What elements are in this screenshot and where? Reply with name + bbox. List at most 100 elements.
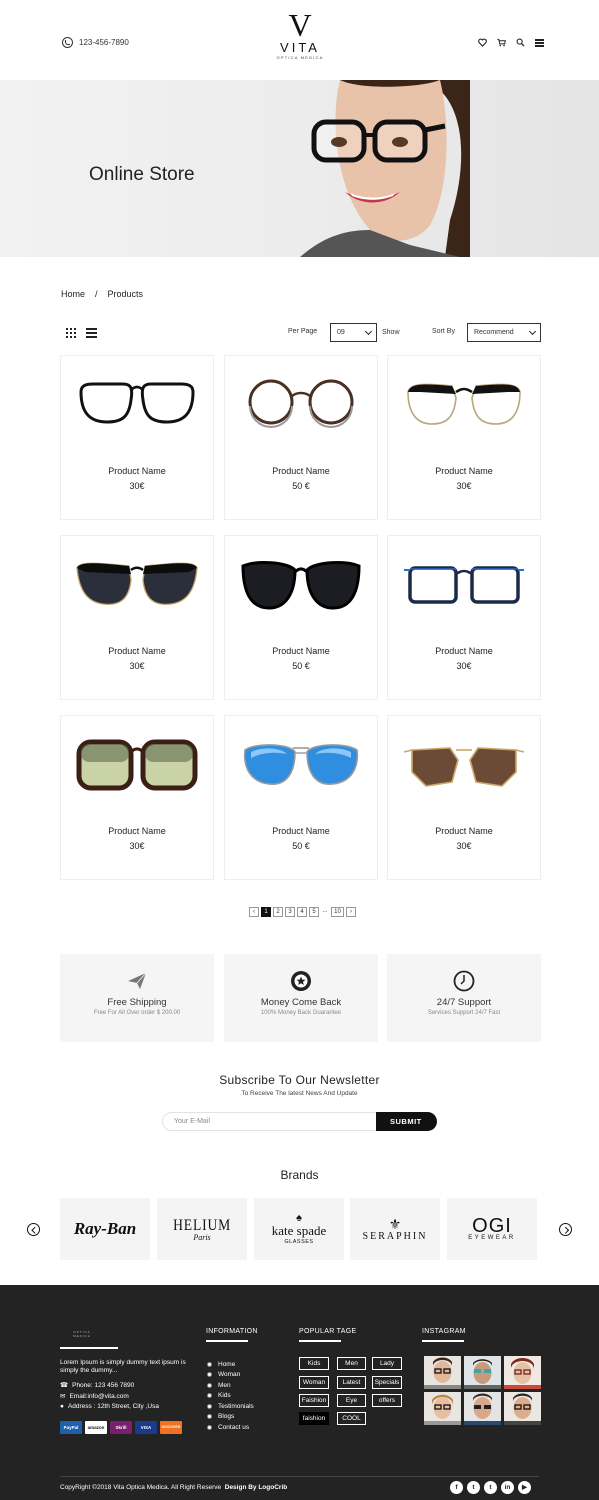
footer-logo[interactable]: V VITA OPTICA MEDICA [64, 1302, 100, 1338]
footer-about-text: Lorem Ipsum is simply dummy text ipsum i… [60, 1359, 186, 1374]
product-card[interactable]: Product Name 50 € [224, 535, 378, 700]
instagram-photo[interactable] [504, 1356, 541, 1389]
footer-link[interactable]: Men [207, 1380, 254, 1391]
product-price: 30€ [129, 661, 145, 671]
pagination-next-button[interactable]: › [346, 907, 356, 917]
round-brown-eyeglasses-image [248, 379, 354, 428]
cart-icon[interactable] [497, 38, 506, 47]
footer-link-label: Home [218, 1360, 236, 1368]
sort-select[interactable]: Recommend [467, 323, 541, 342]
brand-logo-helium[interactable]: HELIUM Paris [157, 1198, 247, 1260]
product-card[interactable]: Product Name 30€ [60, 355, 214, 520]
fleur-de-lis-icon: ⚜ [388, 1215, 402, 1232]
tag-chip[interactable]: Kids [299, 1357, 329, 1370]
footer-phone: ☎ Phone: 123 456 7890 [60, 1381, 134, 1390]
instagram-photo[interactable] [504, 1392, 541, 1425]
product-card[interactable]: Product Name 50 € [224, 355, 378, 520]
footer-instagram-heading: INSTAGRAM [422, 1328, 466, 1335]
product-card[interactable]: Product Name 30€ [387, 715, 541, 880]
instagram-photo[interactable] [424, 1392, 461, 1425]
instagram-photo[interactable] [424, 1356, 461, 1389]
blue-aviator-sunglasses-image [243, 744, 359, 785]
phone-icon [62, 37, 73, 48]
product-card[interactable]: Product Name 30€ [387, 535, 541, 700]
product-card[interactable]: Product Name 50 € [224, 715, 378, 880]
logo-subtitle: OPTICA MEDICA [276, 55, 324, 60]
feature-free-shipping: Free Shipping Free For All Over order $ … [60, 954, 214, 1042]
product-name: Product Name [435, 826, 493, 836]
newsletter-email-input[interactable]: Your E-Mail [162, 1112, 378, 1131]
brand-logo-seraphin[interactable]: ⚜ SERAPHIN [350, 1198, 440, 1260]
footer-information-links: Home Woman Men Kids Testimonials Blogs C… [207, 1359, 254, 1433]
cat-eye-sunglasses-image [241, 561, 361, 610]
tag-chip[interactable]: COOL [337, 1412, 366, 1425]
newsletter-title: Subscribe To Our Newsletter [219, 1073, 380, 1087]
brand-logo-kate-spade[interactable]: ♠ kate spade GLASSES [254, 1198, 344, 1260]
footer-link[interactable]: Contact us [207, 1422, 254, 1433]
footer-link[interactable]: Home [207, 1359, 254, 1370]
pagination-prev-button[interactable]: ‹ [249, 907, 259, 917]
product-name: Product Name [108, 646, 166, 656]
brands-next-icon[interactable] [559, 1223, 572, 1236]
brand-name: OGI [472, 1215, 512, 1237]
pagination-page[interactable]: 4 [297, 907, 307, 917]
per-page-select[interactable]: 09 [330, 323, 377, 342]
footer-link[interactable]: Blogs [207, 1412, 254, 1423]
footer-link[interactable]: Kids [207, 1391, 254, 1402]
menu-icon[interactable] [535, 38, 544, 47]
heart-icon[interactable] [478, 38, 487, 47]
pagination-page[interactable]: 5 [309, 907, 319, 917]
grid-view-icon[interactable] [66, 328, 76, 338]
tag-chip[interactable]: offers [372, 1394, 402, 1407]
list-view-icon[interactable] [86, 328, 97, 338]
tag-chip[interactable]: Men [337, 1357, 366, 1370]
footer-link[interactable]: Testimonials [207, 1401, 254, 1412]
facebook-icon[interactable]: f [450, 1481, 463, 1494]
show-label: Show [382, 329, 400, 336]
footer-link-label: Men [218, 1381, 231, 1389]
site-logo[interactable]: V VITA OPTICA MEDICA [250, 9, 350, 60]
footer-email[interactable]: ✉ Email:info@vita.com [60, 1392, 129, 1401]
youtube-icon[interactable]: ▶ [518, 1481, 531, 1494]
pagination-page[interactable]: 2 [273, 907, 283, 917]
search-icon[interactable] [516, 38, 525, 47]
instagram-photo[interactable] [464, 1356, 501, 1389]
pagination-page[interactable]: 3 [285, 907, 295, 917]
tag-chip[interactable]: Specials [372, 1376, 402, 1389]
product-price: 50 € [292, 481, 310, 491]
newsletter-submit-button[interactable]: SUBMIT [376, 1112, 437, 1131]
site-header: 123-456-7890 V VITA OPTICA MEDICA [0, 0, 599, 80]
tag-chip[interactable]: Latest [337, 1376, 366, 1389]
brand-logo-rayban[interactable]: Ray-Ban [60, 1198, 150, 1260]
twitter-icon[interactable]: t [467, 1481, 480, 1494]
tag-chip[interactable]: Woman [299, 1376, 329, 1389]
product-card[interactable]: Product Name 30€ [60, 535, 214, 700]
brand-logo-ogi[interactable]: OGI EYEWEAR [447, 1198, 537, 1260]
instagram-photo[interactable] [464, 1392, 501, 1425]
hexagonal-brown-sunglasses-image [403, 747, 525, 787]
tag-chip[interactable]: Eye [337, 1394, 366, 1407]
tag-chip[interactable]: Lady [372, 1357, 402, 1370]
chevron-down-icon [364, 327, 373, 336]
bullet-icon [207, 1382, 212, 1388]
pagination-page[interactable]: 10 [331, 907, 344, 917]
tag-chip[interactable]: faishion [299, 1412, 329, 1425]
product-card[interactable]: Product Name 30€ [387, 355, 541, 520]
product-card[interactable]: Product Name 30€ [60, 715, 214, 880]
feature-subtitle: Free For All Over order $ 200.00 [93, 1010, 181, 1016]
breadcrumb-home[interactable]: Home [61, 289, 85, 299]
pagination-page[interactable]: 1 [261, 907, 271, 917]
tag-chip[interactable]: Faishion [299, 1394, 329, 1407]
header-phone[interactable]: 123-456-7890 [62, 37, 129, 48]
product-price: 30€ [129, 481, 145, 491]
linkedin-icon[interactable]: in [501, 1481, 514, 1494]
brands-prev-icon[interactable] [27, 1223, 40, 1236]
footer-information-heading: INFORMATION [206, 1328, 258, 1335]
breadcrumb-current: Products [107, 289, 144, 299]
clock-icon [453, 970, 475, 992]
footer-divider [206, 1340, 248, 1342]
tumblr-icon[interactable]: t [484, 1481, 497, 1494]
feature-subtitle: Services Support 24/7 Fast [427, 1010, 501, 1016]
footer-link[interactable]: Woman [207, 1370, 254, 1381]
design-credit[interactable]: Design By LogoCrib [225, 1484, 287, 1491]
